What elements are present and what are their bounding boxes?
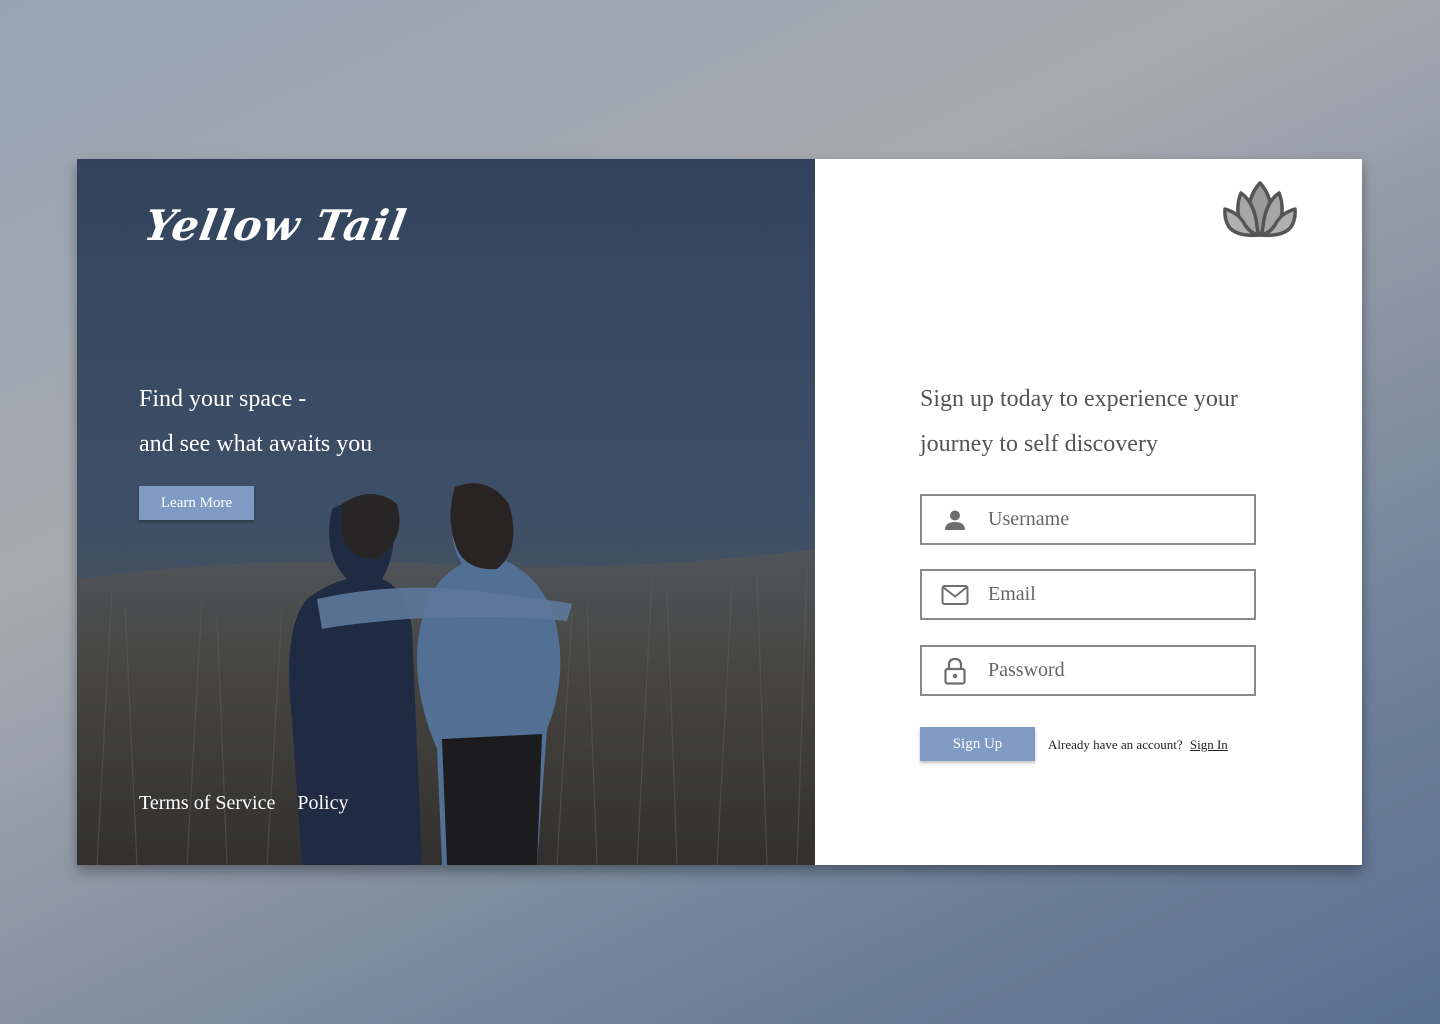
headline-line-2: journey to self discovery — [920, 431, 1158, 457]
username-field[interactable] — [920, 494, 1256, 545]
terms-of-service-link[interactable]: Terms of Service — [139, 792, 275, 815]
signup-panel: Sign up today to experience your journey… — [815, 159, 1362, 865]
sign-in-link[interactable]: Sign In — [1190, 737, 1228, 752]
footer-links: Terms of Service Policy — [139, 792, 348, 815]
hero-tagline: Find your space - and see what awaits yo… — [139, 377, 372, 467]
headline-line-1: Sign up today to experience your — [920, 386, 1238, 412]
envelope-icon — [922, 584, 988, 606]
tagline-line-1: Find your space - — [139, 386, 307, 412]
tagline-line-2: and see what awaits you — [139, 431, 373, 457]
email-field[interactable] — [920, 569, 1256, 620]
account-prompt-text: Already have an account? — [1048, 737, 1183, 752]
password-field[interactable] — [920, 645, 1256, 696]
lotus-icon — [1223, 181, 1297, 238]
hero-panel: Yellow Tail Find your space - and see wh… — [77, 159, 815, 865]
signin-prompt: Already have an account? Sign In — [1048, 737, 1228, 753]
email-input[interactable] — [988, 583, 1238, 606]
person-icon — [922, 509, 988, 531]
policy-link[interactable]: Policy — [297, 792, 348, 815]
signup-headline: Sign up today to experience your journey… — [920, 377, 1280, 467]
brand-logo[interactable]: Yellow Tail — [141, 201, 411, 250]
learn-more-button[interactable]: Learn More — [139, 486, 254, 520]
password-input[interactable] — [988, 659, 1238, 682]
lock-icon — [922, 657, 988, 685]
sign-up-button[interactable]: Sign Up — [920, 727, 1035, 761]
username-input[interactable] — [988, 508, 1238, 531]
signup-card: Yellow Tail Find your space - and see wh… — [77, 159, 1362, 865]
